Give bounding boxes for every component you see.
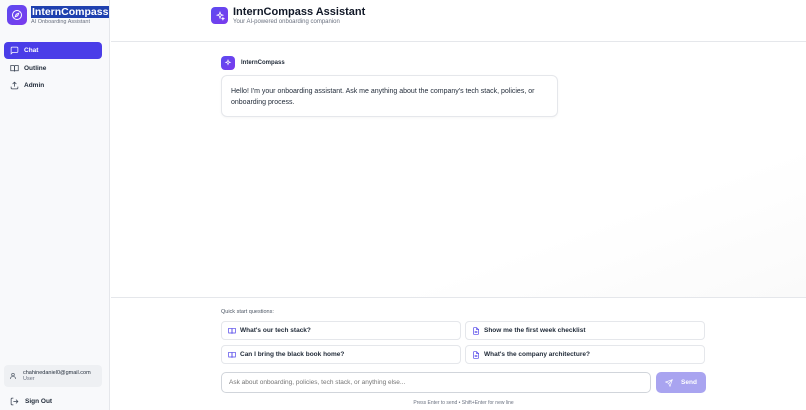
brand-title: InternCompass	[31, 5, 110, 18]
sign-out-button[interactable]: Sign Out	[10, 397, 52, 406]
sidebar-item-admin[interactable]: Admin	[4, 77, 102, 94]
send-button[interactable]: Send	[656, 372, 706, 393]
logout-icon	[10, 397, 19, 406]
sidebar-item-label: Admin	[24, 82, 45, 89]
brand: InternCompass AI Onboarding Assistant	[7, 5, 110, 25]
composer: Quick start questions: What's our tech s…	[111, 297, 806, 410]
compass-logo-icon	[7, 5, 27, 25]
quick-question-label: What's our tech stack?	[240, 327, 311, 334]
quick-question-button[interactable]: What's our tech stack?	[221, 321, 461, 340]
document-icon	[472, 326, 480, 335]
brand-subtitle: AI Onboarding Assistant	[31, 18, 91, 25]
sign-out-label: Sign Out	[25, 398, 53, 405]
sidebar-item-label: Chat	[24, 47, 39, 54]
page-subtitle: Your AI-powered onboarding companion	[233, 19, 340, 25]
user-role: User	[23, 376, 35, 382]
sidebar-item-outline[interactable]: Outline	[4, 60, 102, 77]
sidebar: InternCompass AI Onboarding Assistant Ch…	[0, 0, 110, 410]
upload-icon	[10, 81, 19, 90]
quick-question-label: Show me the first week checklist	[484, 327, 586, 334]
chat-header: InternCompass Assistant Your AI-powered …	[111, 0, 806, 42]
quick-question-label: Can I bring the black book home?	[240, 351, 345, 358]
sidebar-item-chat[interactable]: Chat	[4, 42, 102, 59]
quick-question-button[interactable]: What's the company architecture?	[465, 345, 705, 364]
document-icon	[472, 350, 480, 359]
quick-question-button[interactable]: Can I bring the black book home?	[221, 345, 461, 364]
chat-icon	[10, 46, 19, 55]
assistant-avatar-icon	[221, 56, 235, 70]
send-icon	[665, 378, 673, 387]
message-bubble: Hello! I'm your onboarding assistant. As…	[221, 75, 558, 117]
quick-question-label: What's the company architecture?	[484, 351, 590, 358]
input-hint: Press Enter to send • Shift+Enter for ne…	[413, 400, 514, 406]
user-icon	[9, 372, 17, 380]
sparkles-icon	[211, 7, 228, 24]
send-label: Send	[681, 379, 697, 386]
message-sender: InternCompass	[241, 60, 285, 66]
book-icon	[228, 351, 236, 359]
quick-question-button[interactable]: Show me the first week checklist	[465, 321, 705, 340]
quick-start-label: Quick start questions:	[221, 309, 274, 315]
user-card: chahinedaniel0@gmail.com User	[4, 365, 102, 387]
page-title: InternCompass Assistant	[233, 6, 366, 18]
chat-input[interactable]	[221, 372, 651, 393]
sidebar-item-label: Outline	[24, 64, 47, 72]
book-icon	[10, 64, 19, 73]
chat-messages: InternCompass Hello! I'm your onboarding…	[111, 43, 806, 297]
book-icon	[228, 327, 236, 335]
sidebar-nav: Chat Outline Admin	[4, 42, 102, 95]
